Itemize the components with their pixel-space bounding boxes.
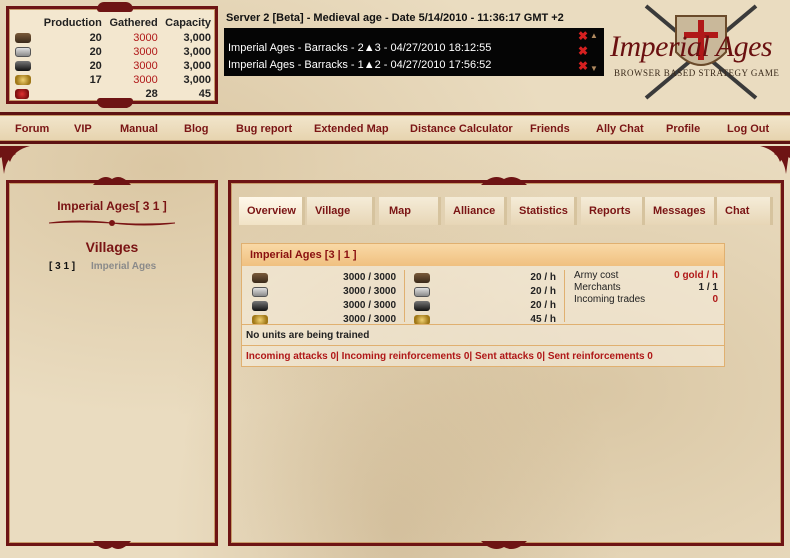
news-item[interactable]: Imperial Ages - Barracks - 2▲3 - 04/27/2… xyxy=(228,42,491,54)
close-icon[interactable]: ✖ xyxy=(578,29,588,43)
iron-icon xyxy=(252,301,268,311)
nav-manual[interactable]: Manual xyxy=(120,123,158,135)
close-icon[interactable]: ✖ xyxy=(578,59,588,73)
iron-icon xyxy=(15,61,31,72)
nav-blog[interactable]: Blog xyxy=(184,123,208,135)
village-header[interactable]: Imperial Ages [3 | 1 ] xyxy=(242,244,724,266)
resource-panel: Production Gathered Capacity 20 3000 3,0… xyxy=(6,2,218,108)
resource-row-stone: 20 3000 3,000 xyxy=(15,45,213,59)
stone-icon xyxy=(252,287,268,297)
iron-storage: 3000 / 3000 xyxy=(343,300,396,311)
header-capacity: Capacity xyxy=(165,17,211,29)
stone-rate: 20 / h xyxy=(530,286,556,297)
attacks-summary[interactable]: Incoming attacks 0| Incoming reinforceme… xyxy=(246,351,653,365)
scroll-down-icon[interactable]: ▼ xyxy=(590,64,598,73)
wood-icon xyxy=(252,273,268,283)
nav-friends[interactable]: Friends xyxy=(530,123,570,135)
gathered-value: 3000 xyxy=(133,74,158,86)
tab-reports[interactable]: Reports xyxy=(581,197,645,225)
stone-storage: 3000 / 3000 xyxy=(343,286,396,297)
gathered-value: 3000 xyxy=(133,46,158,58)
production-value xyxy=(37,87,104,101)
news-item[interactable]: Imperial Ages - Barracks - 1▲2 - 04/27/2… xyxy=(228,59,491,71)
nav-vip[interactable]: VIP xyxy=(74,123,92,135)
village-link[interactable]: Imperial Ages xyxy=(91,261,156,272)
capacity-value: 3,000 xyxy=(183,74,211,86)
tab-messages[interactable]: Messages xyxy=(645,197,717,225)
header-gathered: Gathered xyxy=(109,17,158,29)
production-value: 20 xyxy=(89,32,102,44)
ornament-icon xyxy=(481,177,527,185)
production-value: 20 xyxy=(89,60,102,72)
nav-extended-map[interactable]: Extended Map xyxy=(314,123,389,135)
wood-storage: 3000 / 3000 xyxy=(343,272,396,283)
capacity-value: 3,000 xyxy=(183,32,211,44)
corner-ornament-icon xyxy=(760,146,790,174)
left-panel: Imperial Ages[ 3 1 ] Villages [ 3 1 ] Im… xyxy=(6,177,218,549)
nav-bug-report[interactable]: Bug report xyxy=(236,123,292,135)
ornament-icon xyxy=(93,541,131,549)
tab-bar: Overview Village Map Alliance Statistics… xyxy=(239,197,773,225)
logo-subtitle: BROWSER BASED STRATEGY GAME xyxy=(614,68,780,78)
tab-alliance[interactable]: Alliance xyxy=(445,197,507,225)
logo-title: Imperial Ages xyxy=(610,30,773,63)
wood-icon xyxy=(15,33,31,44)
ornament-icon xyxy=(481,541,527,549)
villages-heading: Villages xyxy=(85,239,139,255)
header-production: Production xyxy=(43,17,102,29)
resource-row-iron: 20 3000 3,000 xyxy=(15,59,213,73)
nav-distance-calculator[interactable]: Distance Calculator xyxy=(410,123,513,135)
iron-rate: 20 / h xyxy=(530,300,556,311)
resource-row-food: 28 45 xyxy=(15,87,213,101)
ornament-icon xyxy=(93,177,131,185)
corner-ornament-icon xyxy=(0,146,30,174)
capacity-value: 3,000 xyxy=(183,60,211,72)
training-status: No units are being trained xyxy=(246,330,370,341)
player-title: Imperial Ages[ 3 1 ] xyxy=(57,199,167,213)
main-nav: Forum VIP Manual Blog Bug report Extende… xyxy=(0,112,790,144)
main-panel: Overview Village Map Alliance Statistics… xyxy=(228,177,784,549)
stone-icon xyxy=(414,287,430,297)
tab-statistics[interactable]: Statistics xyxy=(511,197,577,225)
server-info: Server 2 [Beta] - Medieval age - Date 5/… xyxy=(226,12,564,24)
wood-rate: 20 / h xyxy=(530,272,556,283)
capacity-value: 3,000 xyxy=(183,46,211,58)
gathered-value: 28 xyxy=(145,88,158,100)
gathered-value: 3000 xyxy=(133,32,158,44)
nav-ally-chat[interactable]: Ally Chat xyxy=(596,123,644,135)
gold-icon xyxy=(15,75,31,86)
tab-overview[interactable]: Overview xyxy=(239,197,305,225)
village-coords: [ 3 1 ] xyxy=(49,261,76,272)
nav-forum[interactable]: Forum xyxy=(15,123,49,135)
ornament xyxy=(97,2,133,12)
resource-row-gold: 17 3000 3,000 xyxy=(15,73,213,87)
village-overview: Imperial Ages [3 | 1 ] 3000 / 3000 3000 … xyxy=(241,243,725,367)
close-icon[interactable]: ✖ xyxy=(578,44,588,58)
tab-chat[interactable]: Chat xyxy=(717,197,773,225)
nav-profile[interactable]: Profile xyxy=(666,123,700,135)
production-value: 17 xyxy=(89,74,102,86)
incoming-trades-value: 0 xyxy=(712,294,718,305)
resource-table: Production Gathered Capacity 20 3000 3,0… xyxy=(15,17,213,101)
news-ticker: Imperial Ages - Barracks - 2▲3 - 04/27/2… xyxy=(224,28,604,76)
gold-rate: 45 / h xyxy=(530,314,556,325)
incoming-trades-label: Incoming trades xyxy=(574,294,646,305)
production-value: 20 xyxy=(89,46,102,58)
wood-icon xyxy=(414,273,430,283)
tab-village[interactable]: Village xyxy=(307,197,375,225)
food-icon xyxy=(15,89,29,100)
nav-log-out[interactable]: Log Out xyxy=(727,123,769,135)
resource-row-wood: 20 3000 3,000 xyxy=(15,31,213,45)
gold-storage: 3000 / 3000 xyxy=(343,314,396,325)
tab-map[interactable]: Map xyxy=(379,197,441,225)
game-logo[interactable]: Imperial Ages BROWSER BASED STRATEGY GAM… xyxy=(606,2,790,106)
capacity-value: 45 xyxy=(198,88,211,100)
stone-icon xyxy=(15,47,31,58)
iron-icon xyxy=(414,301,430,311)
gathered-value: 3000 xyxy=(133,60,158,72)
divider-ornament-icon xyxy=(49,220,175,226)
scroll-up-icon[interactable]: ▲ xyxy=(590,31,598,40)
